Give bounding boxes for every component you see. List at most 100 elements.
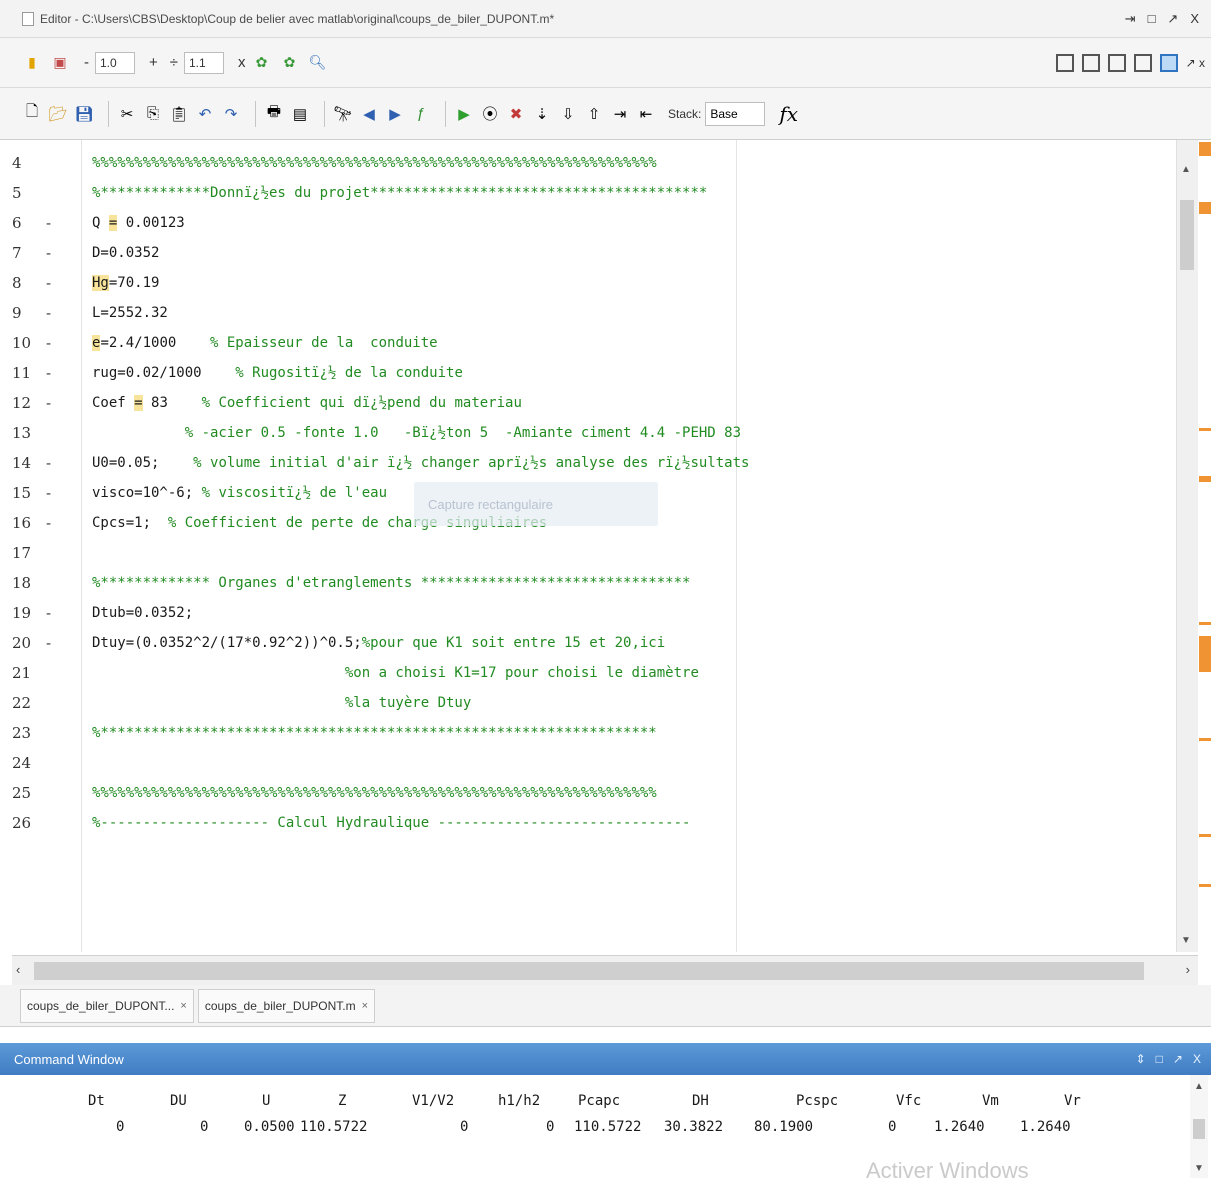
code-line-21[interactable]: %on a choisi K1=17 pour choisi le diamèt… <box>92 658 699 688</box>
line-number[interactable]: 14- <box>12 448 82 478</box>
paste-icon[interactable]: 📋︎ <box>169 104 189 124</box>
divide-value-field[interactable]: 1.1 <box>184 51 224 74</box>
scroll-up-icon[interactable]: ▲ <box>1181 164 1191 175</box>
run-icon[interactable]: ▶ <box>454 104 474 124</box>
scrollbar-thumb[interactable] <box>1193 1119 1205 1139</box>
analyzer-marker[interactable] <box>1199 834 1211 837</box>
breakpoint-marker[interactable]: - <box>46 358 60 388</box>
line-number[interactable]: 10- <box>12 328 82 358</box>
code-line-7[interactable]: D=0.0352 <box>92 238 159 268</box>
scrollbar-thumb[interactable] <box>34 962 1144 980</box>
redo-icon[interactable]: ↷ <box>221 104 241 124</box>
code-line-12[interactable]: Coef = 83 % Coefficient qui dï¿½pend du … <box>92 388 522 418</box>
find-icon[interactable]: 🔭︎ <box>333 104 353 124</box>
decrement-button[interactable]: - <box>78 54 95 71</box>
line-number[interactable]: 8- <box>12 268 82 298</box>
code-line-4[interactable]: %%%%%%%%%%%%%%%%%%%%%%%%%%%%%%%%%%%%%%%%… <box>92 148 657 178</box>
scroll-right-icon[interactable]: › <box>1186 962 1190 977</box>
actions-icon[interactable]: ⇕ <box>1136 1052 1146 1066</box>
line-number[interactable]: 16- <box>12 508 82 538</box>
line-number[interactable]: 21 <box>12 658 82 688</box>
zoom-icon[interactable]: 🔍︎ <box>308 53 328 73</box>
line-number[interactable]: 5 <box>12 178 82 208</box>
analyzer-marker[interactable] <box>1199 142 1211 156</box>
line-number[interactable]: 7- <box>12 238 82 268</box>
code-line-8[interactable]: Hg=70.19 <box>92 268 159 298</box>
breakpoint-marker[interactable]: - <box>46 388 60 418</box>
new-file-icon[interactable]: 🗋︎ <box>22 103 42 124</box>
breakpoint-marker[interactable]: - <box>46 508 60 538</box>
cell-divider-icon[interactable]: ✿ <box>280 53 300 73</box>
breakpoint-marker[interactable]: - <box>46 628 60 658</box>
analyzer-marker[interactable] <box>1199 622 1211 625</box>
code-line-23[interactable]: %***************************************… <box>92 718 657 748</box>
split-horizontal-icon[interactable] <box>1107 53 1126 72</box>
analyzer-marker[interactable] <box>1199 428 1211 431</box>
save-icon[interactable]: 💾︎ <box>74 104 94 124</box>
insert-cell-icon[interactable]: ✿ <box>252 53 272 73</box>
back-icon[interactable]: ◀ <box>359 104 379 124</box>
close-tab-icon[interactable]: × <box>362 1000 368 1012</box>
analyzer-marker[interactable] <box>1199 476 1211 482</box>
line-number[interactable]: 15- <box>12 478 82 508</box>
undock-toolbar-icon[interactable]: ↗ x <box>1186 56 1205 70</box>
find-files-icon[interactable]: ▤ <box>290 104 310 124</box>
line-number[interactable]: 22 <box>12 688 82 718</box>
analyzer-marker[interactable] <box>1199 884 1211 887</box>
code-line-13[interactable]: % -acier 0.5 -fonte 1.0 -Bï¿½ton 5 -Amia… <box>92 418 741 448</box>
command-window-scrollbar[interactable]: ▲ ▼ <box>1190 1075 1208 1178</box>
code-line-22[interactable]: %la tuyère Dtuy <box>92 688 471 718</box>
breakpoint-marker[interactable]: - <box>46 448 60 478</box>
scroll-down-icon[interactable]: ▼ <box>1194 1163 1204 1174</box>
breakpoint-marker[interactable]: - <box>46 298 60 328</box>
maximize-layout-icon[interactable] <box>1159 53 1178 72</box>
code-line-6[interactable]: Q = 0.00123 <box>92 208 185 238</box>
fx-icon[interactable]: fx <box>779 102 798 126</box>
analyzer-marker[interactable] <box>1199 636 1211 672</box>
line-number[interactable]: 20- <box>12 628 82 658</box>
line-number[interactable]: 19- <box>12 598 82 628</box>
line-number[interactable]: 9- <box>12 298 82 328</box>
split-vertical-icon[interactable] <box>1081 53 1100 72</box>
line-number[interactable]: 4 <box>12 148 82 178</box>
clear-breakpoints-icon[interactable]: ✖ <box>506 104 526 124</box>
code-line-15[interactable]: visco=10^-6; % viscositï¿½ de l'eau <box>92 478 387 508</box>
cut-icon[interactable]: ✂ <box>117 104 137 124</box>
copy-icon[interactable]: ⎘ <box>143 104 163 124</box>
increment-button[interactable]: + <box>143 54 164 71</box>
eval-cell-advance-icon[interactable]: ▣ <box>50 53 70 73</box>
tab-file-1[interactable]: coups_de_biler_DUPONT... × <box>20 988 194 1023</box>
line-number[interactable]: 13 <box>12 418 82 448</box>
analyzer-marker[interactable] <box>1199 738 1211 741</box>
restore-icon[interactable]: ↗ <box>1167 11 1178 27</box>
undock-icon[interactable]: ↗ <box>1173 1052 1183 1066</box>
scroll-down-icon[interactable]: ▼ <box>1181 935 1191 946</box>
function-browser-icon[interactable]: ƒ <box>411 104 431 124</box>
analyzer-marker[interactable] <box>1199 202 1211 214</box>
forward-icon[interactable]: ▶ <box>385 104 405 124</box>
breakpoint-marker[interactable]: - <box>46 208 60 238</box>
maximize-icon[interactable]: □ <box>1148 11 1156 27</box>
breakpoint-marker[interactable]: - <box>46 328 60 358</box>
eval-cell-icon[interactable]: ▮ <box>22 53 42 73</box>
scrollbar-thumb[interactable] <box>1180 200 1194 270</box>
code-line-11[interactable]: rug=0.02/1000 % Rugositï¿½ de la conduit… <box>92 358 463 388</box>
code-line-10[interactable]: e=2.4/1000 % Epaisseur de la conduite <box>92 328 438 358</box>
code-line-5[interactable]: %*************Donnï¿½es du projet*******… <box>92 178 707 208</box>
breakpoint-icon[interactable]: ⦿ <box>480 104 500 124</box>
floating-layout-icon[interactable] <box>1133 53 1152 72</box>
multiply-button[interactable]: x <box>232 54 252 71</box>
scroll-left-icon[interactable]: ‹ <box>16 962 20 977</box>
line-number[interactable]: 23 <box>12 718 82 748</box>
close-tab-icon[interactable]: × <box>180 1000 186 1012</box>
stack-select[interactable]: Base <box>705 101 766 126</box>
tab-file-2[interactable]: coups_de_biler_DUPONT.m × <box>197 988 376 1023</box>
undock-icon[interactable]: ⇥ <box>1125 11 1136 27</box>
line-number[interactable]: 26 <box>12 808 82 838</box>
breakpoint-marker[interactable]: - <box>46 238 60 268</box>
scroll-up-icon[interactable]: ▲ <box>1194 1081 1204 1092</box>
code-editor[interactable]: 4 5 6-7-8-9-10-11-12-13 14-15-16-17 18 19-20-… <box>0 140 1211 955</box>
code-line-25[interactable]: %%%%%%%%%%%%%%%%%%%%%%%%%%%%%%%%%%%%%%%%… <box>92 778 657 808</box>
breakpoint-marker[interactable]: - <box>46 268 60 298</box>
code-line-18[interactable]: %************* Organes d'etranglements *… <box>92 568 690 598</box>
